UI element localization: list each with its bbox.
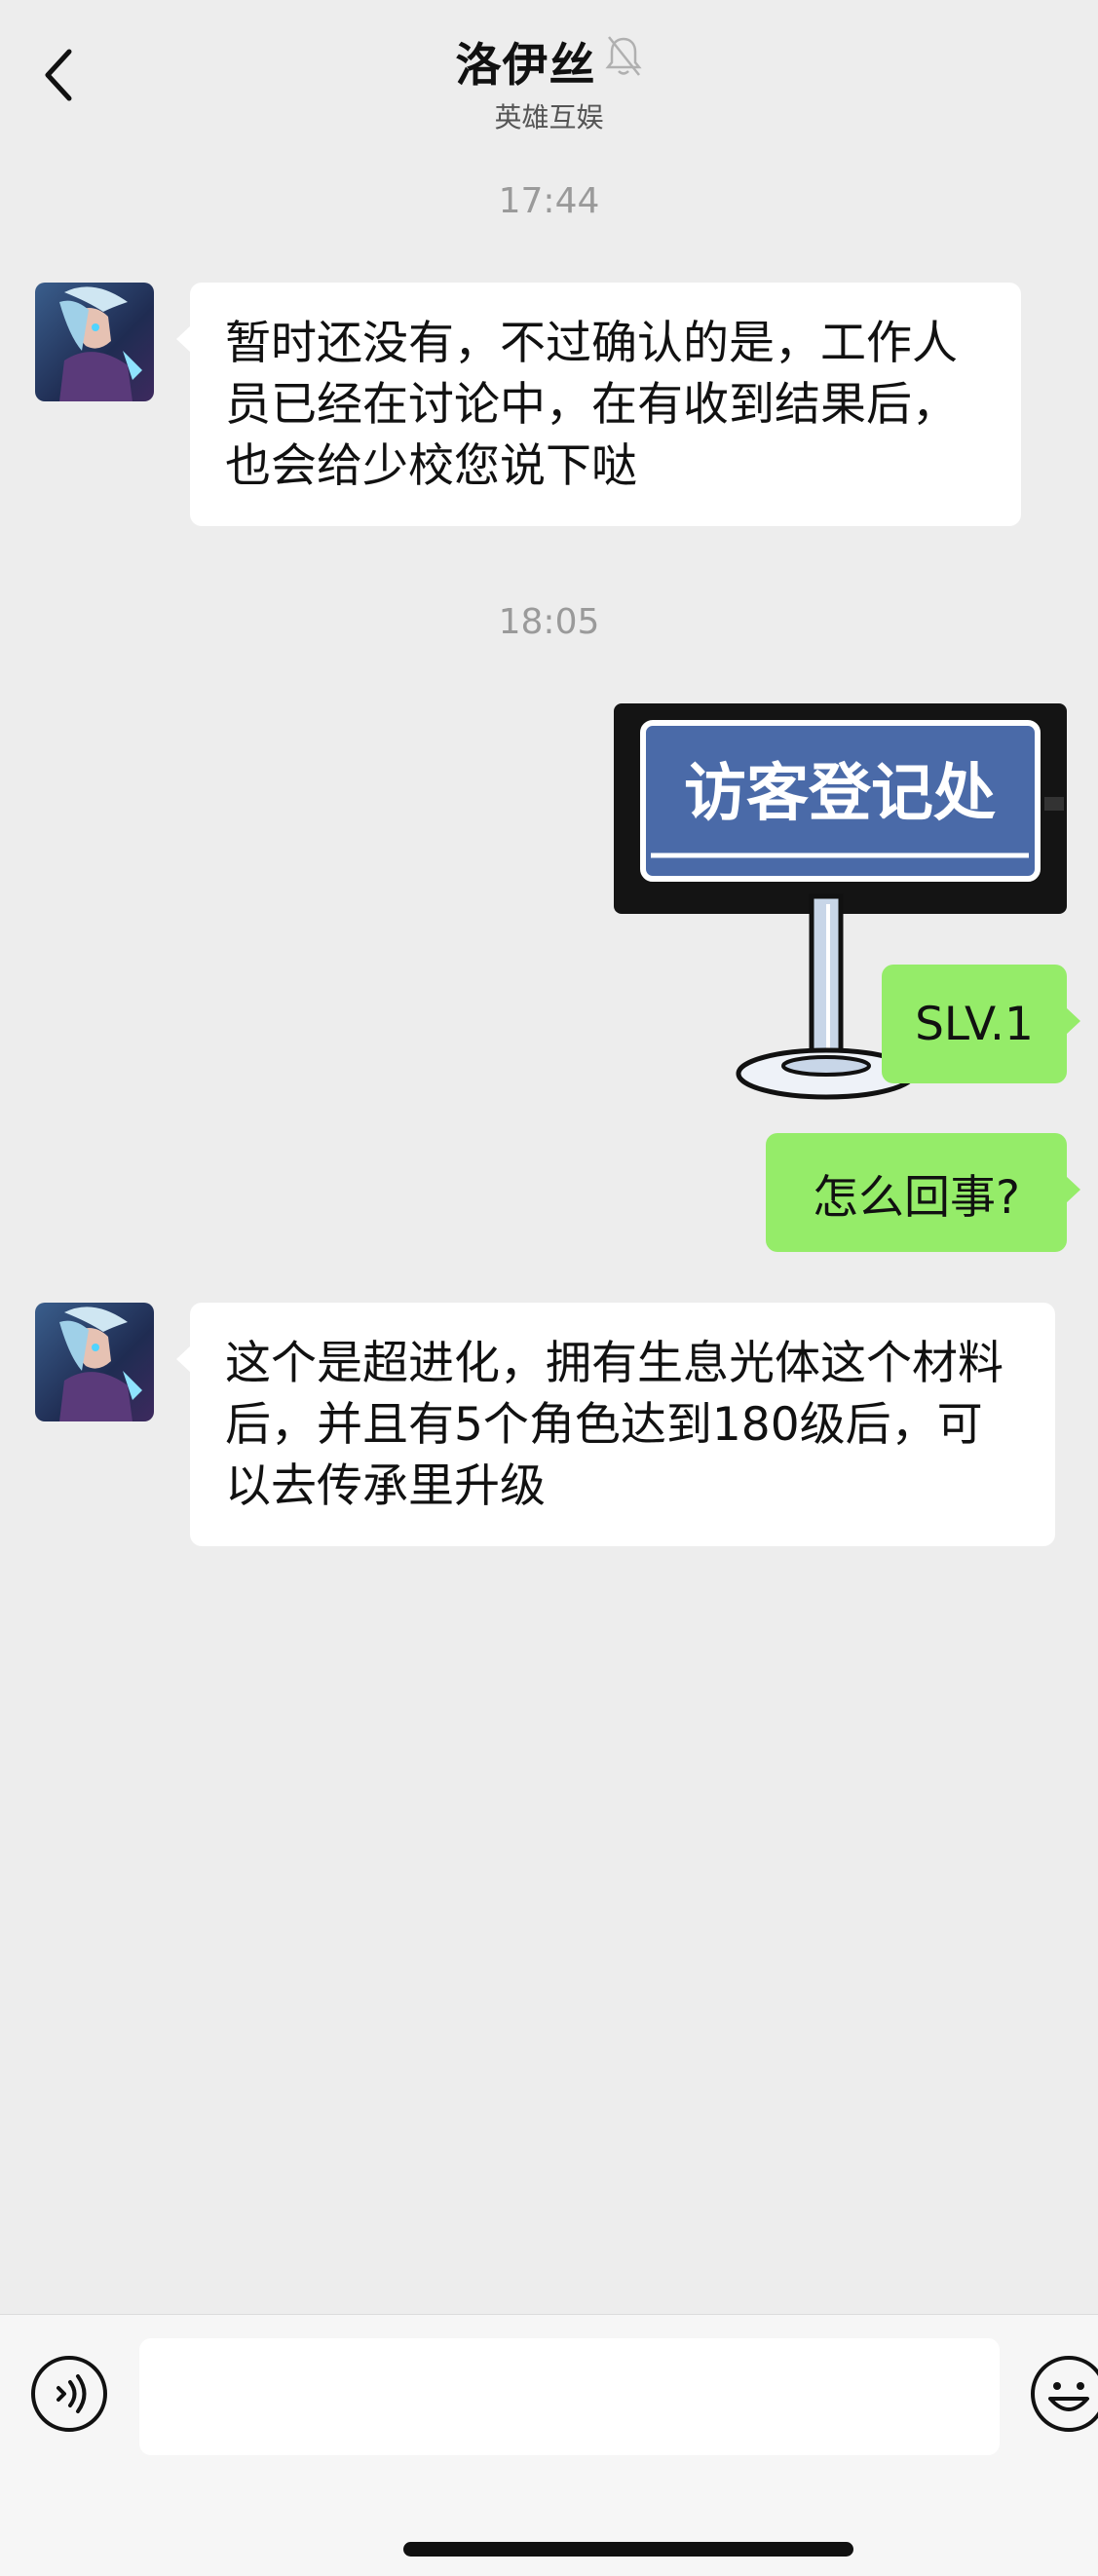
- voice-button[interactable]: [29, 2354, 109, 2434]
- chat-header: 洛伊丝 英雄互娱: [0, 27, 1098, 135]
- message-bubble-outgoing[interactable]: 怎么回事?: [766, 1133, 1080, 1252]
- avatar[interactable]: [35, 1303, 154, 1421]
- home-indicator[interactable]: [403, 2542, 853, 2557]
- composer-bar: [0, 2314, 1098, 2576]
- contact-subtitle: 英雄互娱: [494, 101, 604, 133]
- voice-icon: [31, 2356, 107, 2432]
- timestamp: 17:44: [498, 181, 600, 221]
- message-bubble-incoming[interactable]: 这个是超进化，拥有生息光体这个材料后，并且有5个角色达到180级后，可以去传承里…: [176, 1303, 1055, 1546]
- message-bubble-outgoing[interactable]: SLV.1: [882, 965, 1080, 1083]
- emoji-button[interactable]: [1029, 2354, 1098, 2434]
- message-text: SLV.1: [915, 997, 1034, 1051]
- message-bubble-incoming[interactable]: 暂时还没有，不过确认的是，工作人员已经在讨论中，在有收到结果后，也会给少校您说下…: [176, 283, 1021, 526]
- timestamp: 18:05: [498, 602, 600, 642]
- chat-title[interactable]: 洛伊丝: [456, 27, 643, 95]
- avatar[interactable]: [35, 283, 154, 401]
- nav-bar: 洛伊丝 英雄互娱: [0, 0, 1098, 136]
- message-text: 这个是超进化，拥有生息光体这个材料后，并且有5个角色达到180级后，可以去传承里…: [225, 1337, 1003, 1513]
- message-text: 怎么回事?: [813, 1170, 1020, 1225]
- sticker-sign-text: 访客登记处: [684, 758, 996, 830]
- message-input[interactable]: [139, 2338, 1000, 2455]
- message-text: 暂时还没有，不过确认的是，工作人员已经在讨论中，在有收到结果后，也会给少校您说下…: [225, 317, 958, 493]
- bell-off-icon: [604, 34, 643, 89]
- contact-name: 洛伊丝: [455, 39, 596, 93]
- emoji-icon: [1031, 2356, 1098, 2432]
